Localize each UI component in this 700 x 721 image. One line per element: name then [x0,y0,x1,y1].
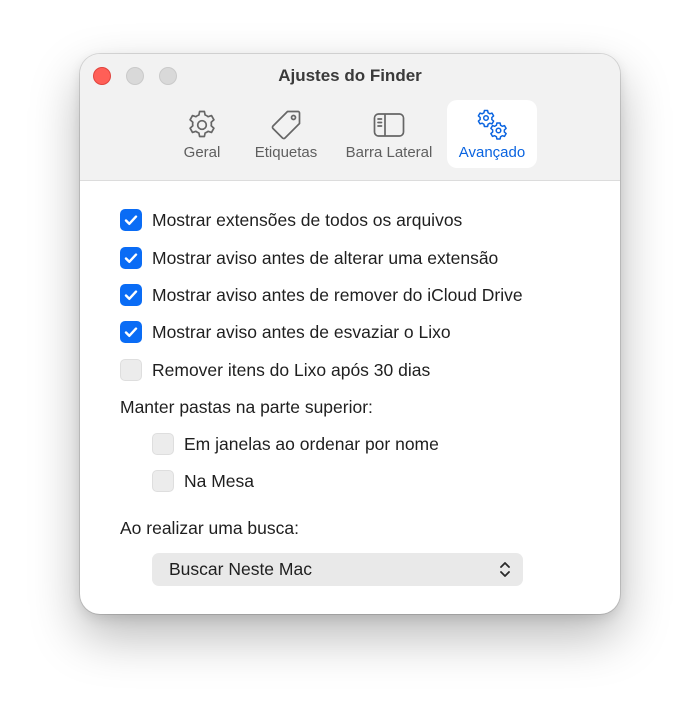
gears-icon [477,109,507,140]
titlebar: Ajustes do Finder Geral Etiquetas Barra … [80,54,620,181]
search-section-label: Ao realizar uma busca: [120,518,299,538]
select-value: Buscar Neste Mac [169,559,312,579]
option-label: Mostrar aviso antes de esvaziar o Lixo [152,321,451,342]
tab-label: Barra Lateral [345,144,433,161]
option-show-extensions[interactable]: Mostrar extensões de todos os arquivos [120,208,462,232]
option-label: Mostrar extensões de todos os arquivos [152,209,463,230]
tab-label: Etiquetas [254,144,318,161]
option-warn-remove-icloud[interactable]: Mostrar aviso antes de remover do iCloud… [120,283,523,307]
finder-settings-window: Ajustes do Finder Geral Etiquetas Barra … [80,54,620,614]
checkmark-icon [124,215,138,225]
sidebar-icon [373,113,405,137]
tab-barra-lateral[interactable]: Barra Lateral [336,100,442,168]
search-scope-select[interactable]: Buscar Neste Mac [152,553,523,586]
checkbox[interactable] [120,321,142,343]
checkbox[interactable] [120,209,142,231]
chevron-up-down-icon [500,562,510,577]
option-label: Mostrar aviso antes de remover do iCloud… [152,284,523,305]
tag-icon [271,110,301,140]
checkbox[interactable] [120,247,142,269]
checkbox[interactable] [152,433,174,455]
gear-icon [189,110,215,138]
tab-geral[interactable]: Geral [167,100,237,168]
window-title: Ajustes do Finder [278,66,422,85]
checkmark-icon [124,290,138,300]
option-folders-on-desktop[interactable]: Na Mesa [152,469,254,493]
checkbox[interactable] [152,470,174,492]
checkmark-icon [124,253,138,263]
tab-label: Geral [183,144,221,161]
option-folders-in-windows[interactable]: Em janelas ao ordenar por nome [152,432,439,456]
option-label: Mostrar aviso antes de alterar uma exten… [152,247,499,268]
tab-avancado[interactable]: Avançado [447,100,537,168]
option-label: Na Mesa [184,470,255,491]
option-label: Remover itens do Lixo após 30 dias [152,359,431,380]
checkmark-icon [124,327,138,337]
checkbox[interactable] [120,359,142,381]
tab-label: Avançado [458,144,526,161]
option-remove-trash-30-days[interactable]: Remover itens do Lixo após 30 dias [120,358,430,382]
folders-section-label: Manter pastas na parte superior: [120,397,373,417]
tab-etiquetas[interactable]: Etiquetas [247,100,325,168]
option-label: Em janelas ao ordenar por nome [184,433,439,454]
option-warn-empty-trash[interactable]: Mostrar aviso antes de esvaziar o Lixo [120,320,451,344]
checkbox[interactable] [120,284,142,306]
option-warn-change-extension[interactable]: Mostrar aviso antes de alterar uma exten… [120,246,498,270]
